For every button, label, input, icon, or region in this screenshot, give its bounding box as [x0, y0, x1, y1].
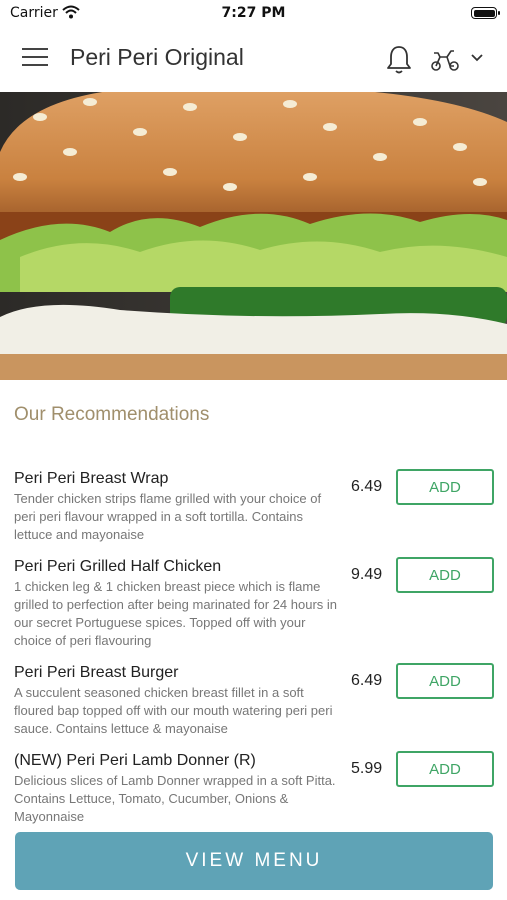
chevron-down-icon[interactable]	[471, 54, 483, 62]
page-title: Peri Peri Original	[70, 44, 244, 70]
item-description: Delicious slices of Lamb Donner wrapped …	[14, 773, 336, 824]
item-description: A succulent seasoned chicken breast fill…	[14, 685, 333, 736]
item-price: 6.49	[351, 478, 383, 495]
item-description: Tender chicken strips flame grilled with…	[14, 491, 322, 542]
section-title: Our Recommendations	[14, 404, 210, 425]
battery-icon	[471, 7, 500, 19]
item-name: Peri Peri Grilled Half Chicken	[14, 558, 222, 575]
status-bar: Carrier 7:27 PM	[0, 0, 507, 28]
status-time: 7:27 PM	[221, 5, 286, 21]
hamburger-icon[interactable]	[22, 48, 48, 72]
scooter-icon[interactable]	[430, 48, 460, 72]
item-price: 6.49	[351, 672, 383, 689]
item-price: 9.49	[351, 566, 383, 583]
item-name: Peri Peri Breast Burger	[14, 664, 179, 681]
add-button[interactable]: ADD	[396, 663, 494, 699]
add-button[interactable]: ADD	[396, 751, 494, 787]
item-description: 1 chicken leg & 1 chicken breast piece w…	[14, 579, 338, 648]
item-price: 5.99	[351, 760, 383, 777]
view-menu-button[interactable]: VIEW MENU	[15, 832, 493, 890]
item-name: (NEW) Peri Peri Lamb Donner (R)	[14, 752, 256, 769]
item-name: Peri Peri Breast Wrap	[14, 470, 169, 487]
top-nav-bar: Peri Peri Original	[0, 28, 507, 92]
hero-burger-image	[0, 92, 507, 380]
bell-icon[interactable]	[385, 44, 413, 76]
add-button[interactable]: ADD	[396, 469, 494, 505]
add-button[interactable]: ADD	[396, 557, 494, 593]
